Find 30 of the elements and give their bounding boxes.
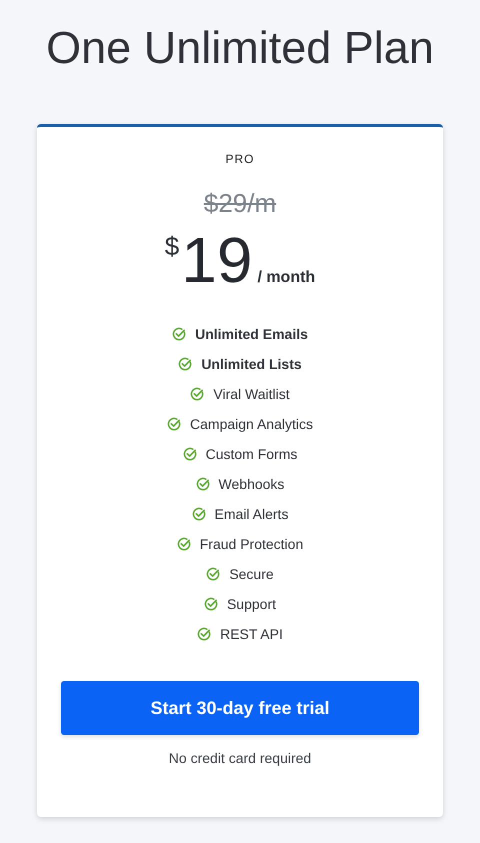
feature-label: REST API [220, 626, 283, 642]
check-circle-icon [190, 387, 204, 401]
feature-label: Campaign Analytics [190, 416, 313, 432]
check-circle-icon [204, 597, 218, 611]
feature-label: Viral Waitlist [213, 386, 290, 402]
check-circle-icon [192, 507, 206, 521]
currency-symbol: $ [164, 231, 180, 262]
check-circle-icon [176, 537, 191, 551]
check-circle-icon [197, 627, 212, 641]
check-circle-icon [172, 327, 186, 341]
feature-label: Webhooks [218, 476, 284, 492]
check-circle-icon [178, 357, 192, 371]
check-circle-icon [206, 567, 220, 581]
original-price: $29/m [204, 188, 276, 219]
feature-label: Unlimited Lists [201, 356, 302, 372]
page-heading: One Unlimited Plan [46, 21, 434, 75]
start-trial-button[interactable]: Start 30-day free trial [61, 681, 419, 735]
check-circle-icon [167, 417, 182, 431]
feature-label: Custom Forms [206, 446, 298, 462]
check-circle-icon [196, 477, 210, 491]
feature-label: Fraud Protection [200, 536, 304, 552]
no-card-note: No credit card required [168, 750, 312, 766]
billing-period: / month [257, 269, 316, 287]
check-circle-icon [182, 447, 197, 461]
feature-label: Unlimited Emails [195, 326, 308, 342]
feature-label: Support [226, 596, 276, 612]
price-amount: 19 [181, 223, 252, 298]
feature-label: Email Alerts [214, 506, 288, 522]
plan-name: PRO [225, 152, 254, 166]
feature-label: Secure [229, 566, 274, 582]
